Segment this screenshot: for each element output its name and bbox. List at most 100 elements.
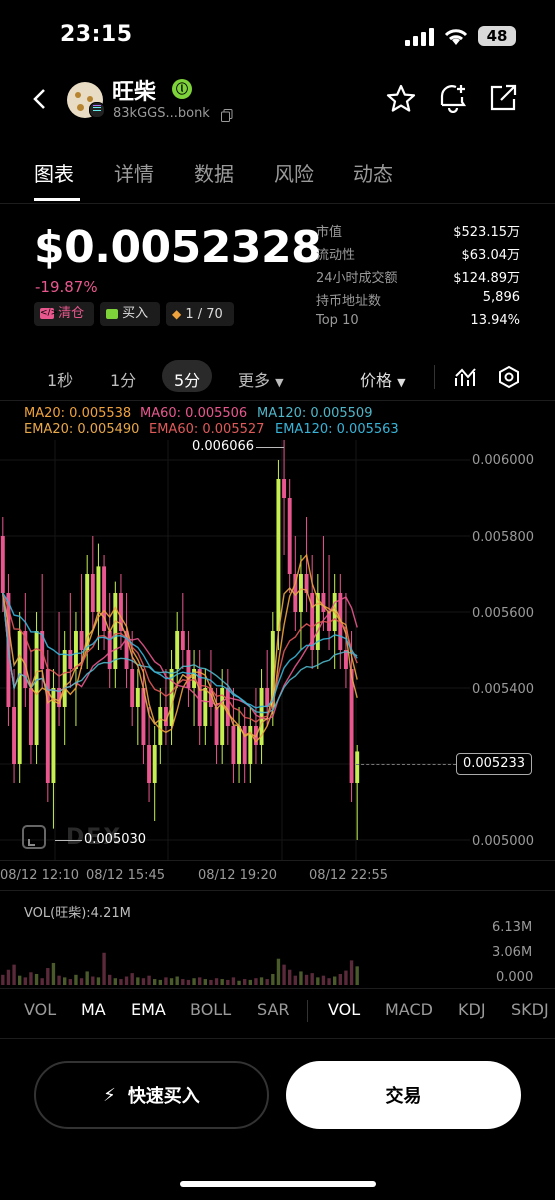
price-chart[interactable]: [0, 440, 555, 860]
volume-bar: [220, 979, 224, 985]
volume-tick: 6.13M: [492, 920, 533, 935]
ema120-label: EMA120: 0.005563: [275, 422, 399, 437]
candle-body: [147, 745, 152, 783]
volume-bar: [310, 973, 314, 985]
price-type-label: 价格: [360, 371, 393, 390]
tab-chart[interactable]: 图表: [34, 158, 74, 187]
volume-bar: [130, 973, 134, 985]
candle-body: [203, 688, 208, 726]
buy-label: 买入: [122, 306, 149, 321]
volume-bar: [29, 972, 33, 985]
current-price-tag: 0.005233: [456, 753, 532, 775]
sub-indicator-skdj[interactable]: SKDJ: [511, 1000, 549, 1019]
volume-divider: [0, 890, 555, 891]
quick-buy-button[interactable]: ⚡ 快速买入: [34, 1061, 269, 1129]
volume-bar: [214, 978, 219, 985]
fullscreen-icon[interactable]: [22, 825, 46, 849]
main-indicator-boll[interactable]: BOLL: [190, 1000, 231, 1019]
main-indicator-ema[interactable]: EMA: [131, 1000, 166, 1019]
tab-risk[interactable]: 风险: [274, 158, 314, 187]
y-tick-label: 0.005600: [472, 606, 535, 621]
ema20-line: [2, 587, 358, 738]
copy-icon[interactable]: [221, 109, 233, 122]
home-indicator: [180, 1181, 376, 1187]
timeframe-1m[interactable]: 1分: [110, 367, 136, 391]
volume-bar: [119, 979, 123, 985]
ema20-label: EMA20: 0.005490: [24, 422, 140, 437]
ma120-label: MA120: 0.005509: [257, 406, 373, 421]
volume-bar: [147, 975, 151, 985]
candle-body: [79, 631, 84, 650]
sub-indicator-vol[interactable]: VOL: [328, 1000, 360, 1019]
timeframe-1s[interactable]: 1秒: [47, 367, 73, 391]
diamond-icon: ◆: [172, 307, 182, 321]
volume-bar: [276, 958, 281, 985]
volume-bar: [338, 973, 342, 985]
volume-bar: [51, 962, 56, 985]
volume-bar: [46, 968, 50, 985]
clear-position-badge[interactable]: </> 清仓: [34, 302, 94, 326]
alert-add-icon[interactable]: [437, 83, 469, 113]
tab-underline: [34, 198, 80, 201]
tab-activity[interactable]: 动态: [353, 158, 393, 187]
volume-bar: [96, 977, 101, 985]
volume-bar: [113, 978, 117, 985]
stat-liquidity-value: $63.04万: [461, 248, 521, 263]
stat-volume-value: $124.89万: [453, 271, 520, 286]
candle-body: [349, 669, 354, 783]
candle-body: [175, 631, 180, 669]
volume-bar: [12, 964, 16, 985]
candle-body: [158, 707, 163, 745]
y-tick-label: 0.005800: [472, 530, 535, 545]
indicator-divider: [307, 1000, 308, 1022]
main-indicator-sar[interactable]: SAR: [257, 1000, 290, 1019]
current-price: $0.0052328: [34, 222, 322, 273]
candle-body: [276, 479, 281, 631]
main-indicator-ma[interactable]: MA: [81, 1000, 106, 1019]
wallet-icon: [106, 308, 118, 319]
stat-top10-label: Top 10: [316, 313, 359, 328]
ratio-badge: ◆ 1 / 70: [166, 302, 234, 326]
volume-bar: [108, 974, 112, 985]
price-change: -19.87%: [35, 278, 98, 296]
volume-bar: [102, 952, 106, 985]
share-icon[interactable]: [489, 84, 519, 112]
volume-tick: 3.06M: [492, 945, 533, 960]
indicator-chart-icon[interactable]: [454, 366, 478, 388]
star-icon[interactable]: [386, 84, 416, 112]
tab-details[interactable]: 详情: [114, 158, 154, 187]
candle-body: [73, 631, 78, 669]
candle-body: [0, 536, 5, 593]
volume-bar: [158, 979, 162, 985]
high-price-line: [256, 447, 284, 448]
ma20-line: [2, 553, 358, 743]
moving-average-lines: [2, 553, 358, 743]
volume-bar: [34, 973, 39, 985]
volume-bar: [18, 975, 22, 985]
sub-indicator-kdj[interactable]: KDJ: [458, 1000, 486, 1019]
timeframe-5m[interactable]: 5分: [174, 367, 200, 391]
trade-label: 交易: [385, 1086, 422, 1107]
ma20-label: MA20: 0.005538: [24, 406, 132, 421]
main-indicator-vol[interactable]: VOL: [24, 1000, 56, 1019]
settings-icon[interactable]: [497, 365, 521, 389]
volume-bar: [186, 979, 191, 985]
lightning-icon: ⚡: [103, 1084, 116, 1106]
back-icon[interactable]: [32, 88, 48, 110]
trade-button[interactable]: 交易: [286, 1061, 521, 1129]
y-tick-label: 0.005000: [472, 834, 535, 849]
candle-body: [28, 688, 33, 745]
sub-indicator-macd[interactable]: MACD: [385, 1000, 433, 1019]
volume-bar: [198, 977, 202, 985]
timeframe-more[interactable]: 更多 ▼: [238, 367, 284, 391]
volume-bar: [355, 966, 359, 985]
candle-body: [130, 669, 135, 707]
volume-chart: [1, 952, 359, 985]
volume-bar: [237, 980, 241, 985]
buy-badge[interactable]: 买入: [100, 302, 160, 326]
time-axis-divider: [0, 860, 555, 861]
price-type-select[interactable]: 价格 ▼: [360, 367, 406, 391]
stat-market-cap-label: 市值: [316, 225, 343, 240]
tab-data[interactable]: 数据: [194, 158, 234, 187]
token-address: 83kGGS...bonk: [113, 106, 210, 121]
